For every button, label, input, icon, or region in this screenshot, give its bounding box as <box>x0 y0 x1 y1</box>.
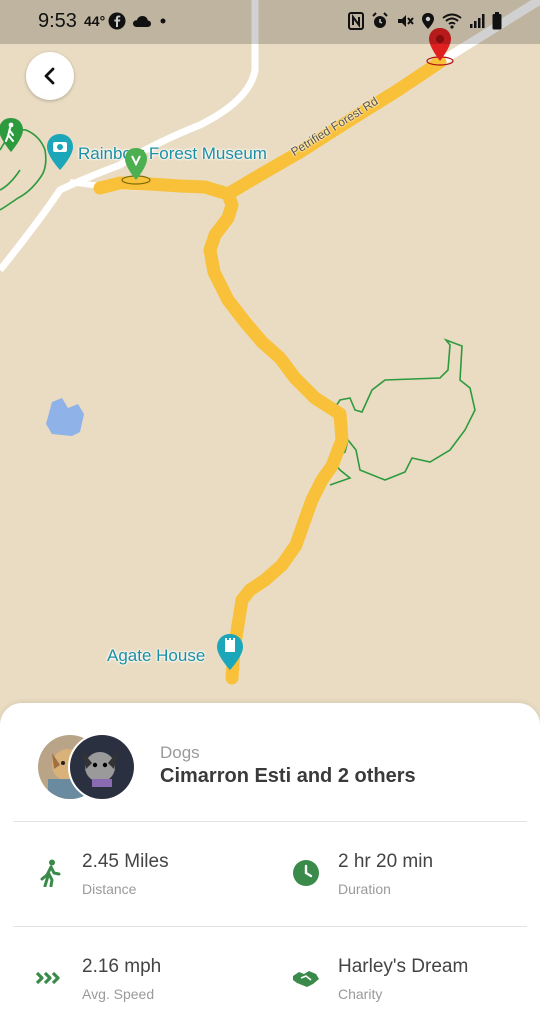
handshake-icon <box>292 964 320 992</box>
divider-middle <box>13 926 527 927</box>
duration-caption: Duration <box>338 881 391 897</box>
stat-distance: 2.45 Miles Distance <box>36 851 266 911</box>
divider-top <box>13 821 527 822</box>
dog-photo-2 <box>70 735 134 799</box>
duration-value: 2 hr 20 min <box>338 851 434 872</box>
map-view[interactable]: Petrified Forest Rd Rainbow Forest Museu… <box>0 0 540 760</box>
charity-value[interactable]: Harley's Dream <box>338 956 468 978</box>
signal-icon <box>470 14 485 28</box>
map-canvas[interactable] <box>0 0 540 760</box>
stat-charity: Harley's Dream Charity <box>292 956 522 1016</box>
facebook-icon <box>108 12 126 30</box>
dot-icon <box>160 18 166 24</box>
status-temperature: 44° <box>84 13 106 29</box>
map-land <box>0 0 540 760</box>
camera-poi-icon[interactable] <box>46 132 74 172</box>
chevron-left-icon <box>44 67 55 85</box>
mute-icon <box>398 15 414 27</box>
alarm-icon <box>372 12 388 28</box>
dog-avatar-2 <box>68 733 136 801</box>
landmark-poi-icon[interactable] <box>216 632 244 672</box>
stat-duration: 2 hr 20 min Duration <box>292 851 522 911</box>
location-icon <box>422 13 434 29</box>
back-button[interactable] <box>26 52 74 100</box>
walking-icon <box>36 859 64 887</box>
wifi-icon <box>442 13 462 29</box>
cloud-icon <box>133 16 151 27</box>
chevrons-icon <box>36 964 64 992</box>
status-bar: 9:53 44° <box>0 0 540 44</box>
hiker-poi-icon[interactable] <box>0 116 24 156</box>
start-pin-icon[interactable] <box>120 146 152 186</box>
charity-caption: Charity <box>338 986 383 1002</box>
dogs-names[interactable]: Cimarron Esti and 2 others <box>160 765 416 788</box>
stat-speed: 2.16 mph Avg. Speed <box>36 956 266 1016</box>
distance-caption: Distance <box>82 881 137 897</box>
dog-avatars[interactable] <box>36 733 136 801</box>
walk-summary-sheet: Dogs Cimarron Esti and 2 others 2.45 Mil… <box>0 703 540 1023</box>
poi-label-agate-house[interactable]: Agate House <box>107 646 205 666</box>
distance-value: 2.45 Miles <box>82 851 169 872</box>
speed-caption: Avg. Speed <box>82 986 155 1002</box>
status-time: 9:53 <box>38 10 77 32</box>
clock-icon <box>292 859 320 887</box>
poi-label-museum[interactable]: Rainbow Forest Museum <box>78 144 267 164</box>
status-left-icons <box>108 12 168 30</box>
dogs-label: Dogs <box>160 743 200 762</box>
nfc-icon <box>348 12 364 30</box>
speed-value: 2.16 mph <box>82 956 162 977</box>
status-right-icons <box>348 12 502 30</box>
battery-icon <box>492 12 502 30</box>
